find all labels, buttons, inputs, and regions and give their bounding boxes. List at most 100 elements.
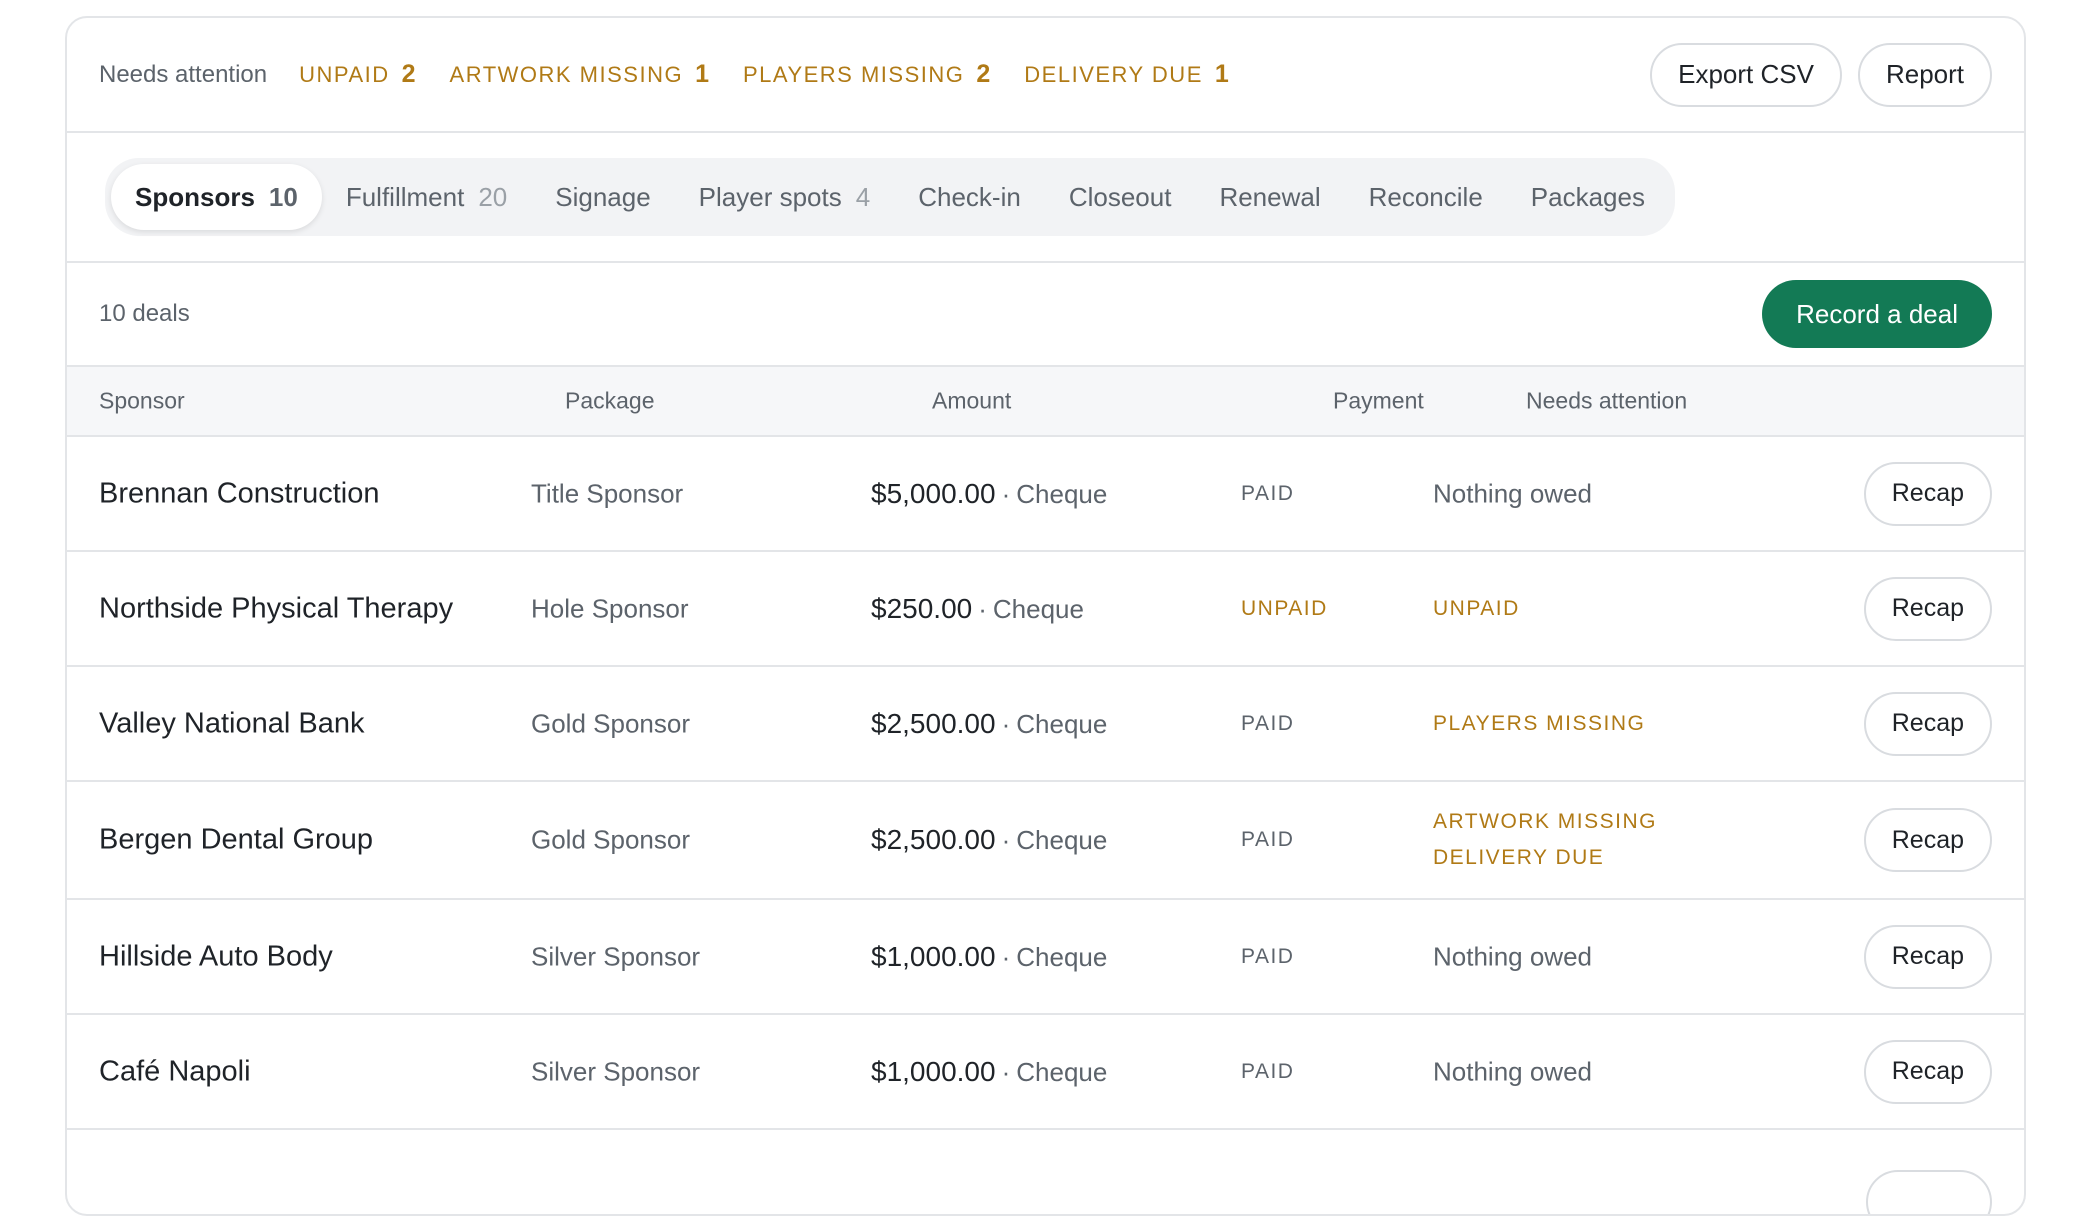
table-row[interactable] — [67, 1130, 2024, 1214]
filter-count: 1 — [1214, 60, 1229, 88]
tab-packages[interactable]: Packages — [1507, 164, 1669, 230]
attention-flag: DELIVERY DUE — [1433, 846, 1605, 869]
column-header-payment[interactable]: Payment — [1333, 388, 1424, 415]
separator: · — [1001, 1056, 1011, 1087]
payment-status: UNPAID — [1241, 596, 1328, 620]
deals-count: 10 deals — [99, 300, 190, 327]
filter-label: UNPAID — [299, 61, 390, 87]
filter-count: 2 — [401, 60, 416, 88]
tab-label: Renewal — [1219, 181, 1321, 212]
amount-value: $5,000.00 — [871, 477, 996, 509]
attention-flag: ARTWORK MISSING — [1433, 810, 1657, 833]
attention-text: Nothing owed — [1433, 478, 1592, 508]
separator: · — [1001, 478, 1011, 509]
table-row[interactable]: Bergen Dental Group Gold Sponsor $2,500.… — [67, 782, 2024, 900]
attention-flag: PLAYERS MISSING — [1433, 711, 1646, 735]
attention-label: Needs attention — [99, 60, 268, 88]
table-row[interactable]: Brennan Construction Title Sponsor $5,00… — [67, 437, 2024, 552]
tab-sponsors[interactable]: Sponsors 10 — [111, 164, 322, 230]
payment-method: Cheque — [1016, 1056, 1108, 1087]
table-header: Sponsor Package Amount Payment Needs att… — [67, 367, 2024, 437]
column-header-sponsor[interactable]: Sponsor — [99, 388, 185, 415]
column-header-amount[interactable]: Amount — [932, 388, 1011, 415]
payment-method: Cheque — [1016, 478, 1108, 509]
sponsor-name: Hillside Auto Body — [99, 940, 333, 972]
recap-button[interactable]: Recap — [1863, 461, 1992, 526]
tab-renewal[interactable]: Renewal — [1195, 164, 1344, 230]
recap-button[interactable]: Recap — [1863, 576, 1992, 641]
amount-cell: $2,500.00 · Cheque — [871, 824, 1107, 856]
sponsors-panel: Needs attention UNPAID 2 ARTWORK MISSING… — [65, 16, 2026, 1216]
package-name: Hole Sponsor — [531, 593, 689, 623]
filter-artwork-missing[interactable]: ARTWORK MISSING 1 — [450, 60, 709, 89]
amount-cell: $2,500.00 · Cheque — [871, 708, 1107, 740]
amount-cell: $250.00 · Cheque — [871, 593, 1084, 625]
amount-value: $2,500.00 — [871, 707, 996, 739]
filter-delivery-due[interactable]: DELIVERY DUE 1 — [1024, 60, 1229, 89]
report-button[interactable]: Report — [1857, 42, 1992, 107]
payment-method: Cheque — [1016, 708, 1108, 739]
tab-label: Player spots — [698, 181, 842, 212]
recap-button[interactable]: Recap — [1863, 1039, 1992, 1104]
filter-label: ARTWORK MISSING — [449, 61, 684, 87]
filter-players-missing[interactable]: PLAYERS MISSING 2 — [743, 60, 990, 89]
table-row[interactable]: Café Napoli Silver Sponsor $1,000.00 · Che… — [67, 1015, 2024, 1130]
package-name: Silver Sponsor — [531, 1056, 701, 1086]
sponsor-name: Brennan Construction — [99, 477, 380, 509]
recap-button[interactable]: Recap — [1863, 924, 1992, 989]
amount-value: $2,500.00 — [871, 824, 996, 855]
tab-label: Sponsors — [135, 181, 255, 212]
sponsor-name: Bergen Dental Group — [99, 823, 374, 856]
column-header-package[interactable]: Package — [565, 388, 655, 415]
separator: · — [978, 593, 987, 624]
package-name: Silver Sponsor — [531, 941, 701, 971]
tab-closeout[interactable]: Closeout — [1045, 164, 1196, 230]
attention-text: Nothing owed — [1433, 941, 1592, 971]
amount-cell: $1,000.00 · Cheque — [871, 941, 1107, 973]
recap-button[interactable]: Recap — [1863, 808, 1992, 872]
payment-status: PAID — [1241, 944, 1295, 968]
package-name: Gold Sponsor — [531, 824, 690, 855]
sponsor-name: Café Napoli — [99, 1055, 251, 1087]
column-header-needs-attention[interactable]: Needs attention — [1526, 388, 1687, 415]
tab-check-in[interactable]: Check-in — [894, 164, 1045, 230]
recap-button[interactable] — [1866, 1170, 1992, 1214]
attention-flags: ARTWORK MISSING DELIVERY DUE — [1433, 804, 1657, 876]
tab-label: Closeout — [1068, 181, 1172, 212]
package-name: Gold Sponsor — [531, 708, 690, 738]
tab-player-spots[interactable]: Player spots 4 — [675, 164, 895, 230]
amount-cell: $1,000.00 · Cheque — [871, 1056, 1107, 1088]
amount-value: $1,000.00 — [871, 940, 996, 972]
tab-count: 20 — [478, 181, 508, 212]
attention-text: Nothing owed — [1433, 1056, 1592, 1086]
separator: · — [1001, 708, 1011, 739]
table-row[interactable]: Northside Physical Therapy Hole Sponsor … — [67, 552, 2024, 667]
amount-value: $250.00 — [871, 592, 973, 624]
sponsor-name: Valley National Bank — [99, 707, 365, 739]
tab-fulfillment[interactable]: Fulfillment 20 — [322, 164, 531, 230]
payment-status: PAID — [1241, 711, 1295, 735]
payment-status: PAID — [1241, 828, 1295, 851]
package-name: Title Sponsor — [531, 478, 684, 508]
table-row[interactable]: Valley National Bank Gold Sponsor $2,500… — [67, 667, 2024, 782]
filter-unpaid[interactable]: UNPAID 2 — [299, 60, 415, 89]
separator: · — [1001, 825, 1011, 855]
attention-flag: UNPAID — [1433, 596, 1520, 620]
table-row[interactable]: Hillside Auto Body Silver Sponsor $1,000… — [67, 900, 2024, 1015]
payment-status: PAID — [1241, 481, 1295, 505]
tabs: Sponsors 10 Fulfillment 20 Signage Playe… — [105, 158, 1675, 236]
attention-bar: Needs attention UNPAID 2 ARTWORK MISSING… — [67, 18, 2024, 133]
tab-reconcile[interactable]: Reconcile — [1345, 164, 1507, 230]
payment-status: PAID — [1241, 1059, 1295, 1083]
tab-signage[interactable]: Signage — [531, 164, 674, 230]
tab-label: Fulfillment — [345, 181, 465, 212]
tab-label: Check-in — [918, 181, 1021, 212]
tab-label: Signage — [555, 181, 651, 212]
filter-count: 2 — [976, 60, 991, 88]
tab-label: Packages — [1530, 181, 1645, 212]
payment-method: Cheque — [1016, 941, 1108, 972]
export-csv-button[interactable]: Export CSV — [1650, 42, 1842, 107]
recap-button[interactable]: Recap — [1863, 691, 1992, 756]
sponsor-name: Northside Physical Therapy — [99, 592, 454, 624]
record-deal-button[interactable]: Record a deal — [1762, 280, 1992, 348]
